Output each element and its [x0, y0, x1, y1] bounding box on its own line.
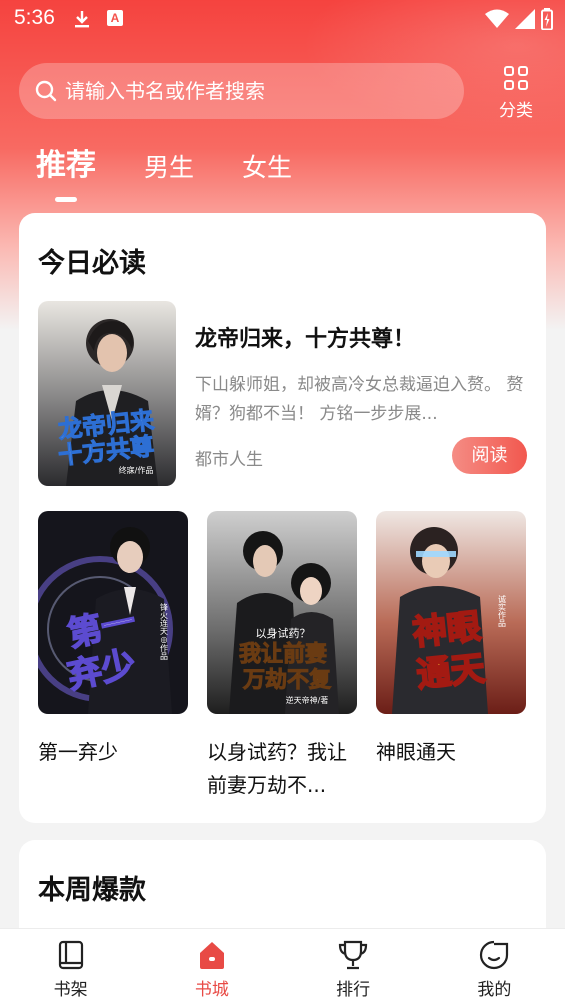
- nav-ranking-label: 排行: [336, 980, 371, 1000]
- trophy-icon: [339, 940, 368, 970]
- profile-icon: [480, 940, 509, 970]
- featured-book-category: 都市人生: [195, 450, 263, 470]
- status-time: 5:36: [14, 6, 55, 29]
- today-must-read-card: 今日必读 龙帝归来 十方共尊 终寐/作品 龙帝归来，十方共尊！ 下山躲师姐，却被…: [19, 213, 546, 823]
- featured-book-cover[interactable]: 龙帝归来 十方共尊 终寐/作品: [38, 301, 176, 486]
- category-button[interactable]: 分类: [495, 66, 537, 121]
- featured-book-title[interactable]: 龙帝归来，十方共尊！: [195, 321, 415, 353]
- nav-ranking[interactable]: 排行: [283, 929, 424, 1004]
- book2-cover-author: 逆天帝神/著: [286, 695, 329, 705]
- search-icon: [35, 80, 57, 102]
- book-title[interactable]: 以身试药？我让前妻万劫不...: [207, 736, 357, 802]
- section-title-today: 今日必读: [38, 248, 146, 279]
- tab-recommend[interactable]: 推荐: [36, 140, 96, 202]
- book-card[interactable]: 神眼 通天 诚实作品 神眼通天: [376, 511, 526, 802]
- tab-male[interactable]: 男生: [144, 148, 194, 202]
- download-icon: [75, 11, 89, 28]
- book-title[interactable]: 第一弃少: [38, 736, 188, 802]
- book2-cover-title-top: 我让前妻: [239, 641, 327, 667]
- read-button[interactable]: 阅读: [452, 437, 527, 474]
- home-icon: [199, 942, 224, 969]
- nav-bookshelf-label: 书架: [53, 980, 88, 1000]
- tab-female[interactable]: 女生: [242, 148, 292, 202]
- battery-icon: [541, 8, 553, 30]
- nav-bookstore[interactable]: 书城: [141, 929, 282, 1004]
- nav-profile-label: 我的: [477, 980, 512, 1000]
- book3-cover-title-bottom: 通天: [415, 649, 487, 696]
- book2-cover-title-bottom: 万劫不复: [242, 667, 332, 693]
- search-input[interactable]: [65, 79, 435, 103]
- book1-cover-author: 锋火连天◎作品: [160, 602, 169, 661]
- nav-bookstore-label: 书城: [194, 980, 229, 1000]
- channel-tabs: 推荐 男生 女生: [36, 140, 340, 202]
- book-card[interactable]: 第一 弃少 锋火连天◎作品 第一弃少: [38, 511, 188, 802]
- category-grid-icon: [504, 66, 528, 90]
- book-card[interactable]: 以身试药？ 我让前妻 万劫不复 逆天帝神/著 以身试药？我让前妻万劫不...: [207, 511, 357, 802]
- book-cover[interactable]: 以身试药？ 我让前妻 万劫不复 逆天帝神/著: [207, 511, 357, 714]
- book2-cover-subtitle: 以身试药？: [256, 626, 311, 640]
- wifi-icon: [485, 9, 509, 28]
- featured-cover-author: 终寐/作品: [119, 465, 154, 475]
- status-bar: 5:36 A: [0, 0, 565, 40]
- book3-cover-title-top: 神眼: [411, 607, 483, 654]
- book3-cover-author: 诚实作品: [498, 594, 507, 628]
- category-label: 分类: [499, 101, 533, 121]
- search-bar[interactable]: [19, 63, 464, 119]
- featured-book-description: 下山躲师姐，却被高冷女总裁逼迫入赘。 赘婿？狗都不当！ 方铭一步步展...: [195, 375, 524, 424]
- bookshelf-icon: [58, 940, 83, 970]
- notification-a-icon: A: [107, 10, 123, 26]
- book-title[interactable]: 神眼通天: [376, 736, 526, 802]
- book-cover[interactable]: 第一 弃少 锋火连天◎作品: [38, 511, 188, 714]
- nav-bookshelf[interactable]: 书架: [0, 929, 141, 1004]
- book-cover[interactable]: 神眼 通天 诚实作品: [376, 511, 526, 714]
- section-title-week: 本周爆款: [38, 875, 146, 906]
- signal-icon: [515, 9, 535, 29]
- nav-profile[interactable]: 我的: [424, 929, 565, 1004]
- bottom-navigation: 书架 书城 排行 我的: [0, 928, 565, 1004]
